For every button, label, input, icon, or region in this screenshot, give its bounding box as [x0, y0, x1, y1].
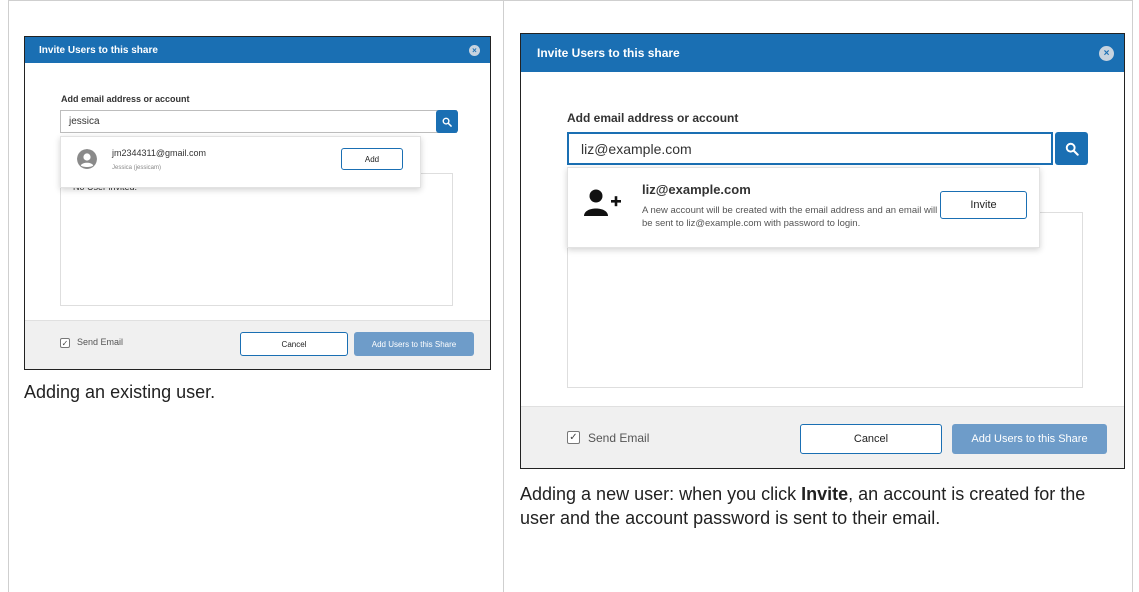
- search-button[interactable]: [436, 110, 458, 133]
- result-name: Jessica (jessicam): [112, 165, 162, 171]
- cancel-button[interactable]: Cancel: [240, 332, 348, 356]
- send-email-label: Send Email: [77, 337, 124, 347]
- search-input[interactable]: jessica: [60, 110, 457, 133]
- dialog-header: Invite Users to this share ×: [25, 37, 490, 63]
- dialog-title: Invite Users to this share: [39, 44, 158, 56]
- add-users-button[interactable]: Add Users to this Share: [354, 332, 474, 356]
- user-plus-icon: [584, 189, 621, 216]
- add-users-button[interactable]: Add Users to this Share: [952, 424, 1107, 454]
- close-icon[interactable]: ×: [1099, 45, 1114, 61]
- caption-new-user: Adding a new user: when you click Invite…: [520, 482, 1120, 530]
- cancel-button[interactable]: Cancel: [800, 424, 942, 454]
- checkbox-checked-icon[interactable]: ✓: [60, 338, 70, 348]
- dialog-footer: ✓ Send Email Cancel Add Users to this Sh…: [521, 406, 1124, 468]
- avatar-icon: [77, 149, 97, 169]
- search-result-dropdown: jm2344311@gmail.com Jessica (jessicam) A…: [60, 136, 421, 188]
- send-email-label: Send Email: [588, 431, 650, 445]
- dialog-header: Invite Users to this share ×: [521, 34, 1124, 72]
- search-icon: [1065, 142, 1079, 156]
- field-label: Add email address or account: [567, 111, 739, 125]
- invited-list: [60, 173, 453, 306]
- search-result-dropdown: liz@example.com A new account will be cr…: [567, 167, 1040, 248]
- search-icon: [442, 117, 452, 127]
- add-button[interactable]: Add: [341, 148, 403, 170]
- caption-existing-user: Adding an existing user.: [24, 382, 216, 402]
- result-email: liz@example.com: [642, 182, 751, 197]
- search-input[interactable]: liz@example.com: [567, 132, 1053, 165]
- dialog-title: Invite Users to this share: [537, 46, 680, 60]
- dialog-footer: ✓ Send Email Cancel Add Users to this Sh…: [25, 320, 490, 369]
- dialog-new-user: Invite Users to this share × Add email a…: [520, 33, 1125, 469]
- result-email: jm2344311@gmail.com: [112, 148, 207, 158]
- close-icon[interactable]: ×: [469, 44, 480, 56]
- caption-text: Adding a new user: when you click: [520, 484, 802, 504]
- result-description: A new account will be created with the e…: [642, 205, 938, 229]
- checkbox-checked-icon[interactable]: ✓: [567, 431, 580, 444]
- dialog-existing-user: Invite Users to this share × Add email a…: [24, 36, 491, 370]
- caption-bold: Invite: [801, 484, 849, 504]
- invite-button[interactable]: Invite: [940, 191, 1027, 219]
- field-label: Add email address or account: [61, 94, 190, 104]
- search-button[interactable]: [1055, 132, 1088, 165]
